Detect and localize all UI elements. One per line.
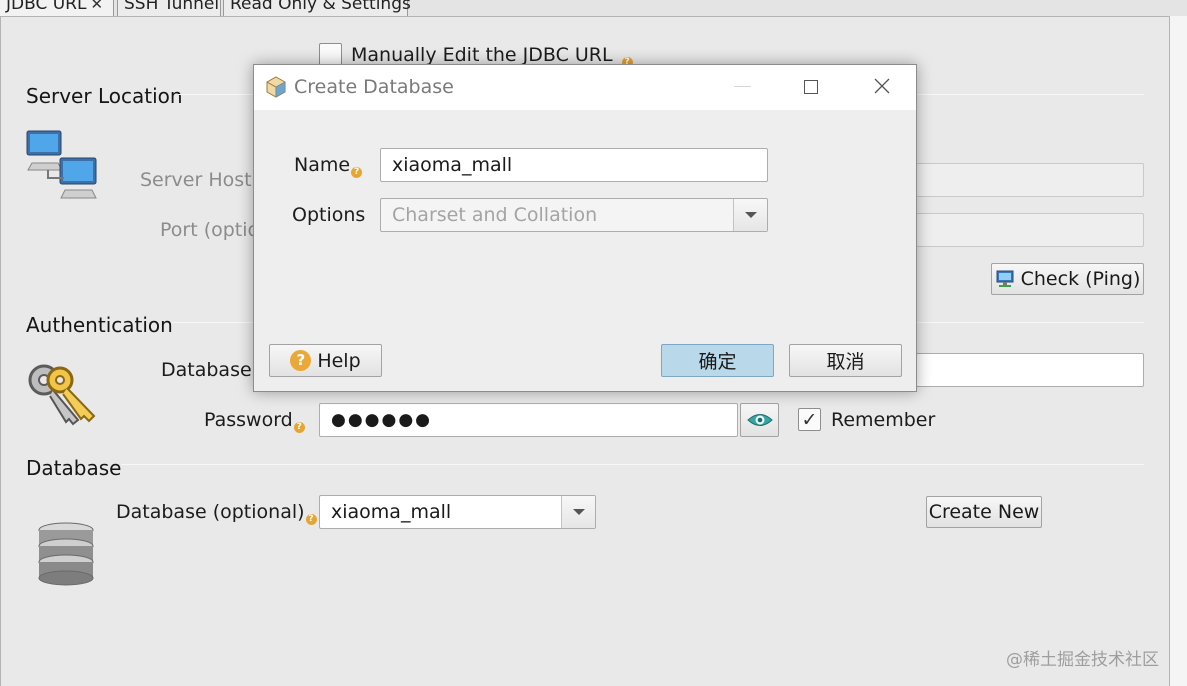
maximize-icon[interactable] (804, 80, 818, 94)
dialog-title: Create Database (294, 76, 454, 98)
manual-edit-checkbox[interactable] (319, 43, 342, 66)
server-host-label: Server Host o (140, 169, 270, 191)
confirm-button[interactable]: 确定 (661, 344, 774, 377)
create-database-dialog: Create Database Name? xiaoma_mall Option… (253, 64, 917, 392)
cancel-button[interactable]: 取消 (789, 344, 902, 377)
check-ping-label: Check (Ping) (1020, 268, 1141, 290)
database-select[interactable]: xiaoma_mall (319, 495, 596, 529)
network-computers-icon (24, 128, 100, 207)
dbeaver-cube-icon (265, 76, 287, 103)
tab-label: SSH Tunnel (124, 0, 220, 14)
section-title-database: Database (26, 456, 122, 480)
tab-ssh-tunnel[interactable]: SSH Tunnel (117, 0, 221, 17)
section-title-server-location: Server Location (26, 84, 183, 108)
help-icon: ? (305, 514, 317, 525)
create-new-button[interactable]: Create New (926, 496, 1042, 528)
database-select-value: xiaoma_mall (331, 501, 452, 523)
monitor-icon (996, 270, 1014, 287)
name-label: Name (294, 154, 351, 176)
remember-label: Remember (831, 409, 936, 431)
help-icon: ? (351, 167, 363, 178)
remember-checkbox[interactable]: ✓ (798, 408, 821, 431)
port-label: Port (optio (160, 219, 260, 241)
database-user-field[interactable] (916, 353, 1144, 387)
help-icon: ? (293, 422, 305, 433)
database-label: Database (optional) (116, 501, 305, 523)
help-label: Help (317, 349, 361, 372)
password-field[interactable]: ●●●●●● (319, 403, 738, 437)
separator (121, 464, 1144, 465)
tab-strip: JDBC URL ✕ SSH Tunnel Read Only & Setting… (0, 0, 1187, 17)
close-icon[interactable]: ✕ (90, 0, 103, 13)
help-button[interactable]: ? Help (269, 344, 382, 377)
chevron-down-icon[interactable] (733, 199, 767, 231)
password-label: Password (204, 409, 293, 431)
name-field[interactable]: xiaoma_mall (380, 148, 768, 182)
watermark: @稀土掘金技术社区 (1006, 650, 1159, 670)
tab-jdbc-url[interactable]: JDBC URL ✕ (0, 0, 114, 17)
tab-read-only-settings[interactable]: Read Only & Settings (223, 0, 411, 17)
panel-edge (1170, 16, 1187, 686)
database-cylinder-icon (35, 522, 97, 597)
show-password-button[interactable] (740, 403, 779, 437)
close-icon[interactable] (873, 77, 891, 100)
options-placeholder: Charset and Collation (392, 204, 598, 226)
tab-label: Read Only & Settings (230, 0, 411, 14)
name-label-wrap: Name? (294, 154, 363, 178)
password-label-wrap: Password? (204, 409, 305, 433)
options-label: Options (292, 204, 366, 226)
chevron-down-icon[interactable] (561, 496, 595, 528)
section-title-authentication: Authentication (26, 313, 173, 337)
minimize-icon[interactable] (734, 86, 751, 87)
keys-icon (26, 360, 98, 435)
check-ping-button[interactable]: Check (Ping) (991, 263, 1144, 295)
database-label-wrap: Database (optional)? (116, 501, 317, 525)
eye-icon (746, 414, 773, 426)
server-host-field[interactable] (916, 163, 1144, 197)
port-field[interactable] (916, 213, 1144, 247)
help-icon: ? (290, 350, 312, 371)
dialog-titlebar: Create Database (254, 65, 916, 110)
tab-label: JDBC URL (6, 0, 87, 14)
options-select[interactable]: Charset and Collation (380, 198, 768, 232)
